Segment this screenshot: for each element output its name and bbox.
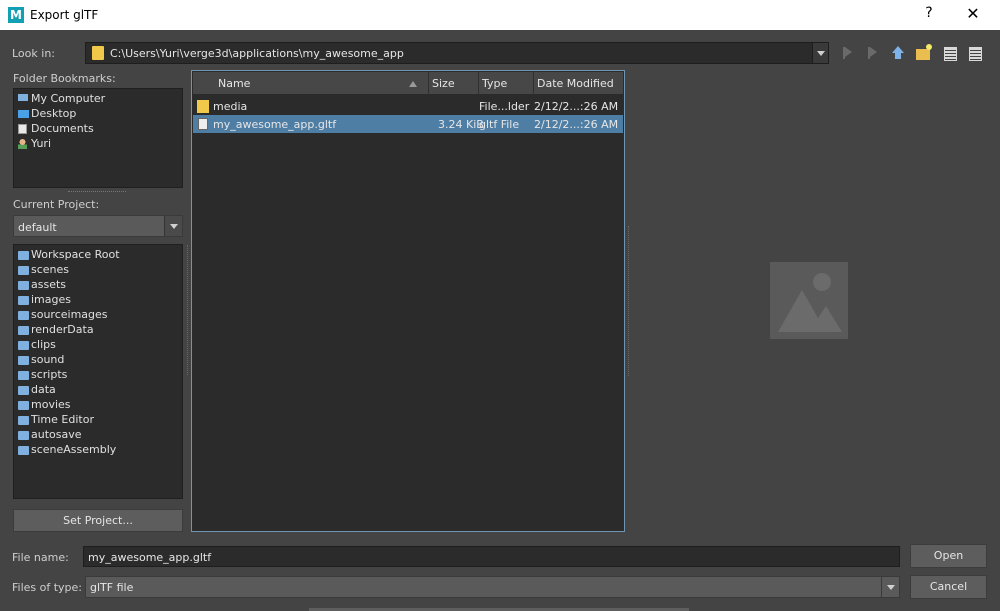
file-type-cell: gltf File [479,118,520,131]
bookmark-label: Documents [31,122,94,135]
folder-icon [18,386,29,395]
look-in-path: C:\Users\Yuri\verge3d\applications\my_aw… [110,47,404,60]
project-folder-label: Time Editor [31,413,94,426]
maya-app-icon: M [8,7,24,23]
image-placeholder-icon [770,262,848,339]
column-name[interactable]: Name [193,72,429,95]
column-date-modified[interactable]: Date Modified [534,72,623,95]
project-select-value: default [18,221,57,234]
project-folder-label: renderData [31,323,94,336]
files-of-type-label: Files of type: [12,581,83,594]
files-of-type-select[interactable]: glTF file [85,576,900,598]
folder-icon [18,326,29,335]
bookmarks-list: My Computer Desktop Documents Yuri [13,88,183,188]
project-folder-label: autosave [31,428,82,441]
folder-icon [18,266,29,275]
file-row-gltf[interactable]: my_awesome_app.gltf 3.24 KiB gltf File 2… [193,115,623,133]
project-folder-label: data [31,383,56,396]
chevron-down-icon[interactable] [164,216,182,236]
file-list-header: Name Size Type Date Modified [193,72,623,95]
sort-ascending-icon [409,81,417,87]
open-button[interactable]: Open [910,544,987,568]
user-icon [18,139,27,149]
folder-icon [18,281,29,290]
bookmark-label: Yuri [31,137,52,150]
current-project-label: Current Project: [13,198,100,211]
project-folder-label: Workspace Root [31,248,120,261]
documents-icon [18,124,27,134]
desktop-icon [18,110,29,118]
folder-icon [18,296,29,305]
file-name-input[interactable]: my_awesome_app.gltf [83,546,900,567]
file-row-media[interactable]: media File...lder 2/12/2...:26 AM [193,97,623,115]
help-button[interactable]: ? [914,5,944,25]
file-date-cell: 2/12/2...:26 AM [534,118,619,131]
panel-splitter-vertical[interactable] [187,245,189,375]
up-folder-icon[interactable] [889,44,907,62]
chevron-down-icon[interactable] [812,43,828,63]
project-folder-label: sound [31,353,65,366]
computer-icon [18,94,28,101]
file-name-cell: my_awesome_app.gltf [213,118,337,131]
project-folder-label: movies [31,398,71,411]
panel-splitter[interactable] [68,191,126,193]
column-type[interactable]: Type [479,72,534,95]
bookmark-label: Desktop [31,107,77,120]
project-folder-label: clips [31,338,56,351]
project-folder-label: scripts [31,368,68,381]
file-size-cell: 3.24 KiB [438,118,484,131]
folder-icon [18,371,29,380]
cancel-button[interactable]: Cancel [910,575,987,599]
project-folder-label: scenes [31,263,70,276]
gltf-file-icon [198,118,208,130]
window-title: Export glTF [30,8,99,22]
file-name-value: my_awesome_app.gltf [88,551,212,564]
title-bar: M Export glTF ? ✕ [0,0,1000,30]
file-list[interactable]: Name Size Type Date Modified media File.… [191,70,625,532]
folder-icon [18,446,29,455]
project-folder-label: assets [31,278,67,291]
project-folder-label: sceneAssembly [31,443,117,456]
new-folder-icon[interactable] [915,44,933,62]
file-date-cell: 2/12/2...:26 AM [534,100,619,113]
folder-icon [92,46,104,60]
file-name-label: File name: [12,551,69,564]
folder-icon [18,416,29,425]
forward-icon[interactable] [863,44,881,62]
folder-icon [197,100,209,113]
bookmarks-label: Folder Bookmarks: [13,72,116,85]
project-select[interactable]: default [13,215,183,237]
files-of-type-value: glTF file [90,581,134,594]
folder-icon [18,401,29,410]
back-icon[interactable] [838,44,856,62]
folder-icon [18,251,29,260]
look-in-label: Look in: [12,47,55,60]
set-project-button[interactable]: Set Project... [13,509,183,532]
folder-icon [18,431,29,440]
folder-icon [18,356,29,365]
project-folder-label: images [31,293,71,306]
project-folder-label: sourceimages [31,308,108,321]
close-button[interactable]: ✕ [958,4,988,26]
preview-splitter[interactable] [628,226,630,376]
detail-view-icon[interactable] [966,44,984,62]
list-view-icon[interactable] [941,44,959,62]
look-in-dropdown[interactable]: C:\Users\Yuri\verge3d\applications\my_aw… [85,42,829,64]
file-name-cell: media [213,100,248,113]
file-type-cell: File...lder [479,100,530,113]
project-folder-tree: Workspace Root scenes assets images sourceim… [13,244,183,499]
folder-icon [18,341,29,350]
column-size[interactable]: Size [429,72,479,95]
folder-icon [18,311,29,320]
bookmark-label: My Computer [31,92,106,105]
chevron-down-icon[interactable] [881,577,899,597]
